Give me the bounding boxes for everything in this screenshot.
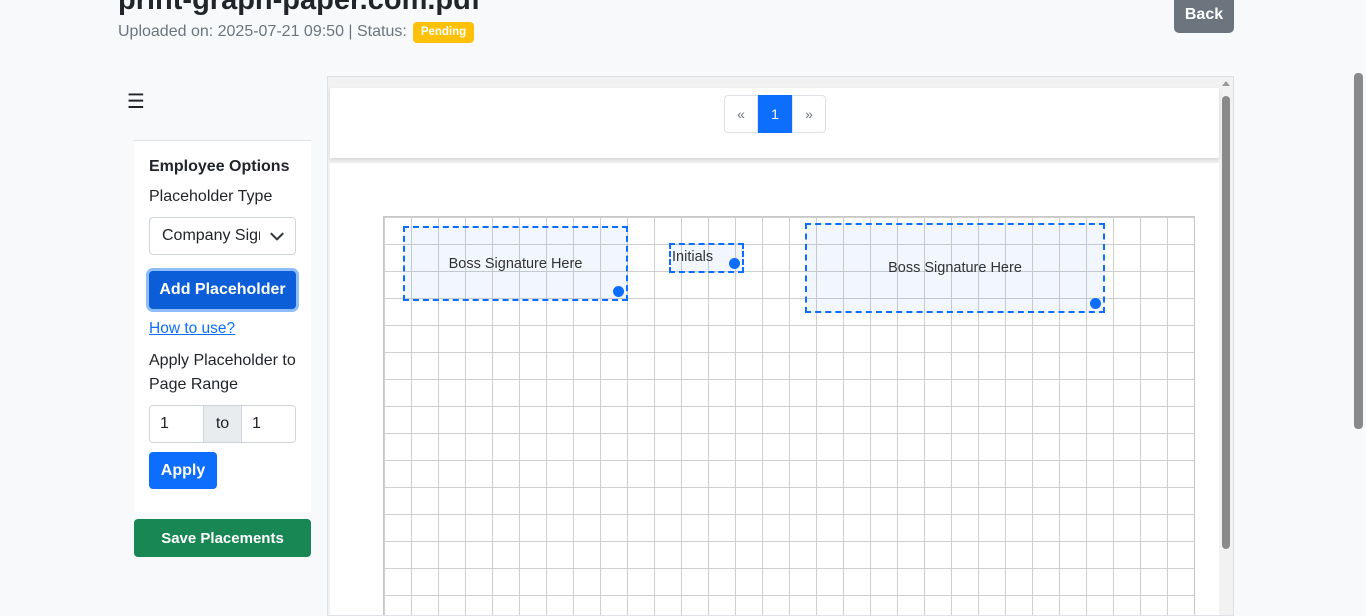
chevron-down-icon (270, 232, 284, 241)
range-to-input[interactable] (242, 406, 295, 442)
resize-handle-icon[interactable] (613, 286, 624, 297)
panel-heading: Employee Options (149, 158, 290, 175)
next-page-button[interactable]: » (792, 95, 826, 133)
page-scrollbar[interactable] (1354, 73, 1363, 429)
resize-handle-icon[interactable] (1090, 298, 1101, 309)
add-placeholder-button[interactable]: Add Placeholder (149, 271, 296, 309)
pagination: « 1 » (724, 95, 826, 133)
placeholder-type-value: Company Signature (162, 227, 260, 244)
scroll-up-arrow-icon[interactable] (1222, 81, 1230, 86)
employee-options-panel: Employee Options Placeholder Type Compan… (134, 140, 311, 512)
pdf-viewer[interactable]: « 1 » Boss Signature Here Initials Boss … (327, 76, 1234, 616)
document-title: print-graph-paper.com.pdf (118, 0, 481, 16)
signature-placeholder[interactable]: Boss Signature Here (403, 226, 628, 301)
page-range-label: Apply Placeholder to Page Range (149, 352, 296, 393)
placeholder-type-select[interactable]: Company Signature (149, 217, 296, 255)
placeholder-label: Boss Signature Here (888, 260, 1022, 276)
range-to-label: to (203, 406, 242, 442)
pagination-bar: « 1 » (330, 88, 1219, 158)
pdf-page: Boss Signature Here Initials Boss Signat… (330, 163, 1219, 615)
placeholder-type-label: Placeholder Type (149, 188, 273, 205)
hamburger-icon[interactable]: ☰ (127, 89, 145, 114)
viewer-scrollbar[interactable] (1221, 81, 1231, 615)
upload-meta: Uploaded on: 2025-07-21 09:50 | Status: … (118, 22, 475, 43)
viewer-scroll-thumb[interactable] (1222, 96, 1230, 549)
resize-handle-icon[interactable] (729, 258, 740, 269)
upload-info-text: Uploaded on: 2025-07-21 09:50 | Status: (118, 23, 407, 41)
initials-placeholder[interactable]: Initials (669, 243, 744, 273)
signature-placeholder[interactable]: Boss Signature Here (805, 223, 1105, 313)
page-range-group: to (149, 405, 296, 443)
placeholder-label: Initials (672, 249, 714, 265)
status-badge: Pending (412, 22, 475, 43)
placeholder-label: Boss Signature Here (448, 255, 583, 272)
range-from-input[interactable] (150, 406, 203, 442)
how-to-use-link[interactable]: How to use? (149, 320, 235, 338)
prev-page-button[interactable]: « (724, 95, 758, 133)
page-1-button[interactable]: 1 (758, 95, 792, 133)
apply-button[interactable]: Apply (149, 452, 217, 489)
back-button[interactable]: Back (1174, 0, 1234, 33)
save-placements-button[interactable]: Save Placements (134, 519, 311, 557)
